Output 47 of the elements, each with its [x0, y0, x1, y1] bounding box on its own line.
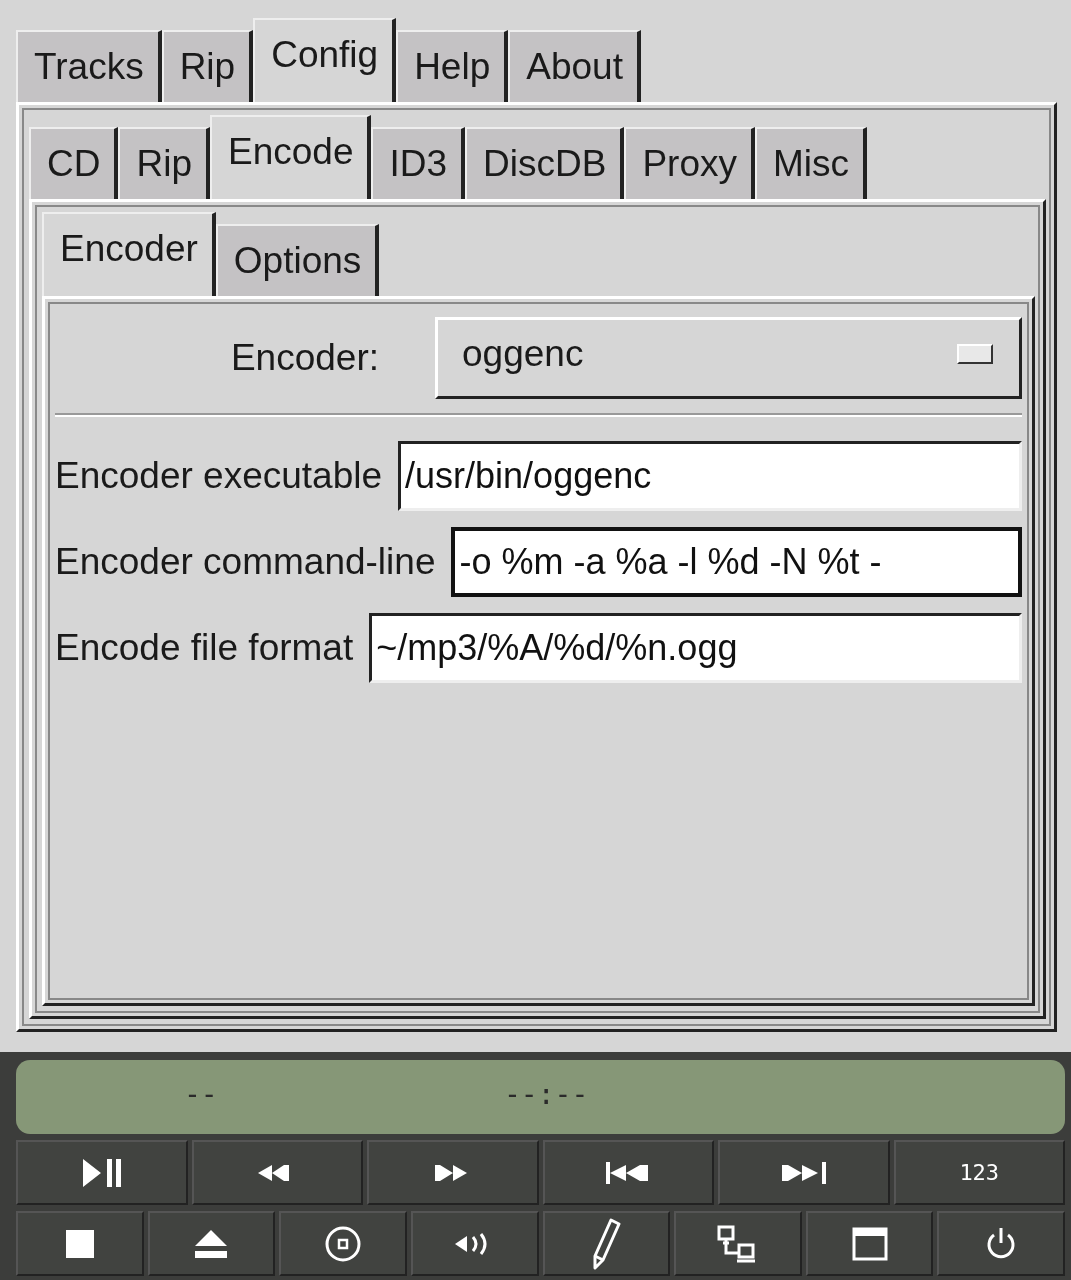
tab[interactable]: Encoder: [42, 212, 216, 296]
window-button[interactable]: [805, 1211, 934, 1276]
tab[interactable]: DiscDB: [465, 127, 625, 199]
track-number-button[interactable]: 123: [893, 1140, 1065, 1205]
disc-icon: [325, 1225, 362, 1262]
fast-forward-button[interactable]: [367, 1140, 539, 1205]
stop-icon: [65, 1229, 94, 1258]
input-field[interactable]: ~/mp3/%A/%d/%n.ogg: [369, 613, 1022, 683]
window-icon: [851, 1226, 888, 1261]
skip-back-icon: [606, 1161, 651, 1184]
tab[interactable]: About: [508, 30, 641, 102]
edit-button[interactable]: [542, 1211, 671, 1276]
field-label: Encoder command-line: [55, 541, 437, 583]
play-pause-button[interactable]: [16, 1140, 188, 1205]
volume-button[interactable]: [410, 1211, 539, 1276]
tab[interactable]: Encode: [210, 115, 372, 199]
skip-forward-icon: [781, 1161, 826, 1184]
field-label: Encoder executable: [55, 455, 384, 497]
play-pause-icon: [82, 1158, 121, 1187]
input-field[interactable]: -o %m -a %a -l %d -N %t -: [451, 527, 1022, 597]
stop-button[interactable]: [16, 1211, 144, 1276]
tab[interactable]: Options: [215, 224, 380, 296]
eject-icon: [195, 1229, 228, 1258]
tab[interactable]: Proxy: [624, 127, 755, 199]
input-field[interactable]: /usr/bin/oggenc: [398, 441, 1022, 511]
tab[interactable]: Misc: [755, 127, 868, 199]
tab[interactable]: Rip: [118, 127, 210, 199]
tab[interactable]: Help: [396, 30, 509, 102]
tab[interactable]: CD: [29, 127, 119, 199]
tab[interactable]: Config: [253, 18, 397, 102]
network-button[interactable]: [674, 1211, 802, 1276]
tab[interactable]: ID3: [371, 127, 466, 199]
eject-button[interactable]: [147, 1211, 276, 1276]
field-label: Encode file format: [55, 627, 355, 669]
tab[interactable]: Rip: [161, 30, 254, 102]
track-display: --: [184, 1078, 218, 1111]
tab[interactable]: Tracks: [16, 30, 162, 102]
time-display: --:--: [504, 1078, 589, 1111]
encoder-dropdown[interactable]: oggenc: [435, 317, 1022, 399]
next-track-button[interactable]: [718, 1140, 890, 1205]
disc-button[interactable]: [279, 1211, 407, 1276]
pencil-icon: [591, 1217, 622, 1270]
previous-track-button[interactable]: [542, 1140, 714, 1205]
dropdown-indicator-icon: [957, 344, 993, 364]
encoder-label: Encoder:: [229, 337, 380, 379]
rewind-button[interactable]: [191, 1140, 363, 1205]
power-button[interactable]: [937, 1211, 1065, 1276]
